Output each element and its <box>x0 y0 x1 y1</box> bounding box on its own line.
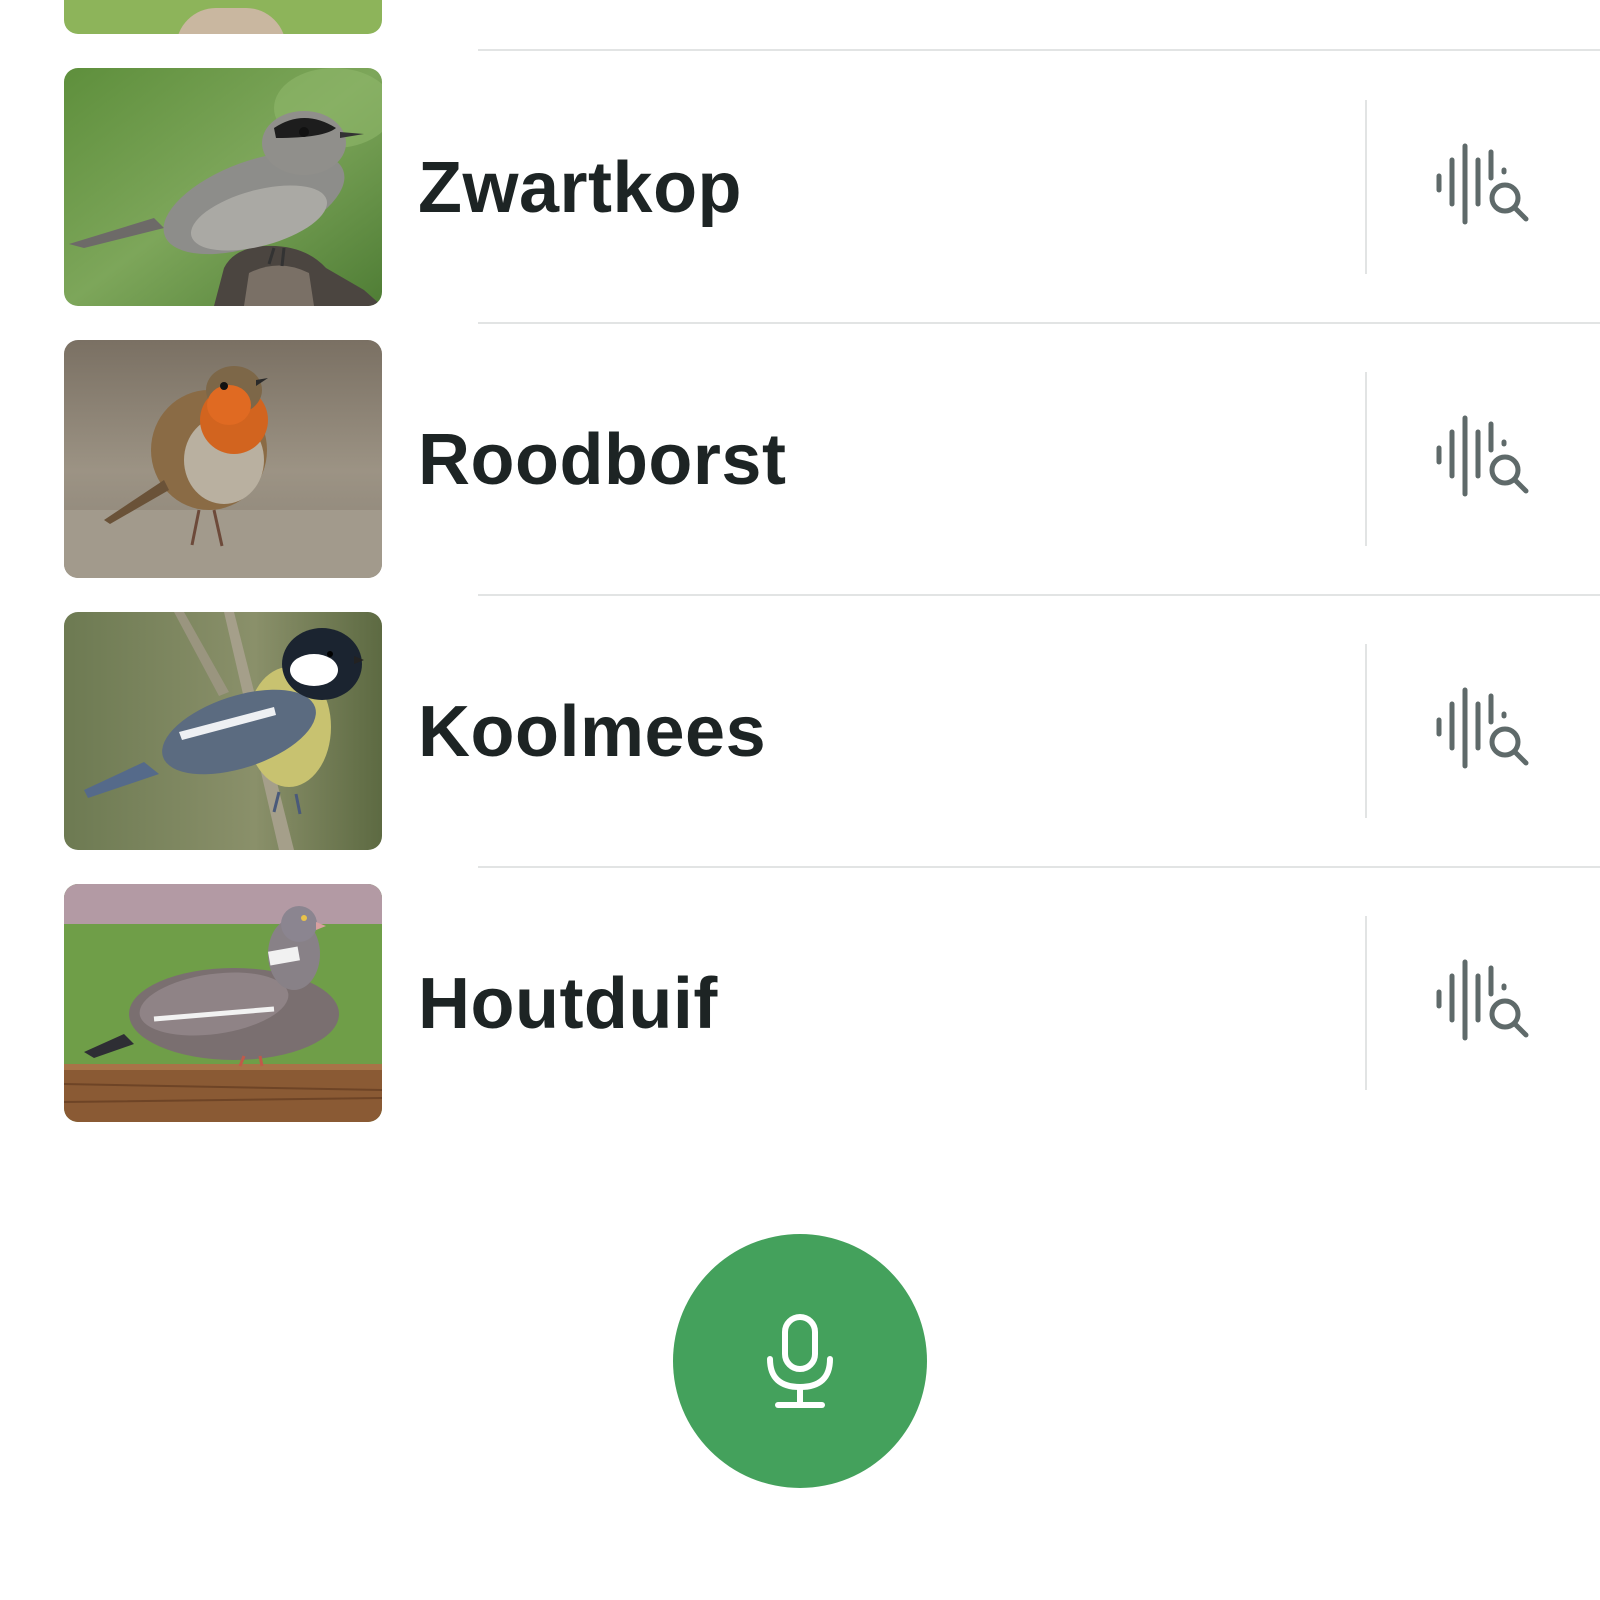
sound-search-button[interactable] <box>1430 410 1534 510</box>
microphone-icon <box>767 1314 833 1408</box>
list-divider <box>478 594 1600 596</box>
previous-species-thumbnail[interactable] <box>64 0 382 34</box>
species-name: Roodborst <box>418 420 787 500</box>
sound-search-icon <box>1436 959 1529 1041</box>
sound-search-icon <box>1436 143 1529 225</box>
species-row-houtduif[interactable]: Houtduif <box>0 884 1600 1122</box>
wood-pigeon-photo <box>64 884 382 1122</box>
sound-search-button[interactable] <box>1430 138 1534 238</box>
species-name: Houtduif <box>418 964 718 1044</box>
species-name: Zwartkop <box>418 148 743 228</box>
list-divider <box>478 322 1600 324</box>
great-tit-photo <box>64 612 382 850</box>
blackcap-photo <box>64 68 382 306</box>
row-separator <box>1365 372 1367 546</box>
species-row-roodborst[interactable]: Roodborst <box>0 340 1600 578</box>
species-row-zwartkop[interactable]: Zwartkop <box>0 68 1600 306</box>
list-divider <box>478 49 1600 51</box>
sound-search-button[interactable] <box>1430 682 1534 782</box>
row-separator <box>1365 644 1367 818</box>
sound-search-button[interactable] <box>1430 954 1534 1054</box>
sound-search-icon <box>1436 415 1529 497</box>
species-list-screen: Zwartkop Roodborst Koolmees Houtduif <box>0 0 1600 1600</box>
species-name: Koolmees <box>418 692 767 772</box>
species-row-koolmees[interactable]: Koolmees <box>0 612 1600 850</box>
record-button[interactable] <box>673 1234 927 1488</box>
robin-photo <box>64 340 382 578</box>
row-separator <box>1365 100 1367 274</box>
list-divider <box>478 866 1600 868</box>
row-separator <box>1365 916 1367 1090</box>
sound-search-icon <box>1436 687 1529 769</box>
